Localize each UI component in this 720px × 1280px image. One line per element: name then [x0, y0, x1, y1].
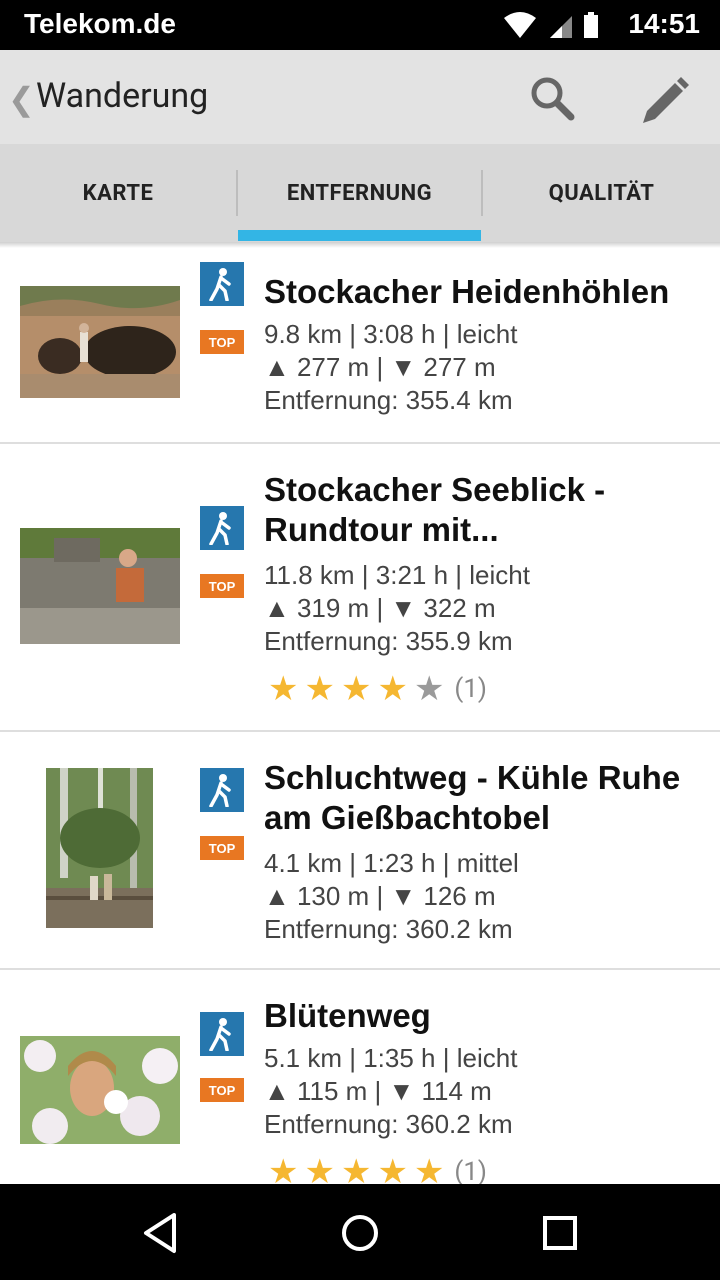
route-elevation: ▲ 319 m | ▼ 322 m	[264, 593, 496, 623]
search-button[interactable]	[522, 70, 582, 126]
rating-count: (1)	[454, 1157, 487, 1184]
tab-selected-indicator	[238, 230, 481, 241]
route-list-item[interactable]: TOP Schluchtweg - Kühle Ruhe am Gießbach…	[0, 732, 720, 970]
top-badge: TOP	[200, 836, 244, 860]
route-thumbnail-fountain	[20, 528, 180, 644]
top-badge: TOP	[200, 1078, 244, 1102]
clock: 14:51	[628, 8, 700, 39]
route-elevation: ▲ 130 m | ▼ 126 m	[264, 881, 496, 911]
route-list-item[interactable]: TOP Stockacher Heidenhöhlen 9.8 km | 3:0…	[0, 244, 720, 444]
route-thumbnail-gorge	[46, 768, 153, 928]
star-icon: ★	[340, 669, 372, 709]
action-bar: ❮ Wanderung	[0, 50, 720, 144]
rating-stars: ★ ★ ★ ★ ★ (1)	[268, 1152, 487, 1184]
route-thumbnail-cave	[20, 286, 180, 398]
route-stats: 9.8 km | 3:08 h | leicht	[264, 319, 518, 349]
status-icons	[504, 12, 598, 38]
square-recents-icon	[543, 1216, 577, 1250]
top-badge: TOP	[200, 330, 244, 354]
star-icon: ★	[304, 1152, 335, 1184]
nav-back-button[interactable]	[130, 1208, 190, 1258]
edit-button[interactable]	[634, 70, 694, 126]
status-bar: Telekom.de 14:51	[0, 0, 720, 50]
wifi-icon	[504, 12, 536, 38]
rating-count: (1)	[454, 674, 487, 704]
signal-icon	[550, 16, 572, 38]
route-distance: Entfernung: 355.9 km	[264, 626, 513, 656]
back-chevron-icon[interactable]: ❮	[8, 80, 35, 118]
route-stats: 5.1 km | 1:35 h | leicht	[264, 1043, 518, 1073]
route-title: Schluchtweg - Kühle Ruhe am Gießbachtobe…	[264, 759, 681, 836]
triangle-back-icon	[144, 1213, 176, 1253]
route-title: Stockacher Heidenhöhlen	[264, 273, 670, 310]
page-title[interactable]: Wanderung	[36, 76, 208, 116]
route-list-item[interactable]: TOP Stockacher Seeblick - Rundtour mit..…	[0, 444, 720, 732]
nav-recents-button[interactable]	[530, 1208, 590, 1258]
carrier-label: Telekom.de	[24, 8, 176, 39]
route-distance: Entfernung: 360.2 km	[264, 1109, 513, 1139]
hiking-icon	[200, 262, 244, 306]
star-icon: ★	[268, 1152, 299, 1184]
star-icon: ★	[268, 669, 299, 709]
route-stats: 11.8 km | 3:21 h | leicht	[264, 560, 530, 590]
star-icon: ★	[413, 669, 445, 709]
circle-home-icon	[342, 1215, 378, 1251]
route-distance: Entfernung: 355.4 km	[264, 385, 513, 415]
route-elevation: ▲ 115 m | ▼ 114 m	[264, 1076, 492, 1106]
route-list: TOP Stockacher Heidenhöhlen 9.8 km | 3:0…	[0, 244, 720, 1184]
route-distance: Entfernung: 360.2 km	[264, 914, 513, 944]
top-badge: TOP	[200, 574, 244, 598]
route-thumbnail-blossoms	[20, 1036, 180, 1144]
star-icon: ★	[377, 669, 408, 709]
search-icon	[531, 77, 575, 121]
star-icon: ★	[340, 1152, 372, 1184]
route-title: Blütenweg	[264, 997, 431, 1034]
navigation-bar	[0, 1184, 720, 1280]
tab-entfernung[interactable]: ENTFERNUNG	[238, 144, 481, 242]
hiking-icon	[200, 506, 244, 550]
hiking-icon	[200, 1012, 244, 1056]
tab-bar: KARTE ENTFERNUNG QUALITÄT	[0, 144, 720, 243]
nav-home-button[interactable]	[330, 1208, 390, 1258]
star-icon: ★	[304, 669, 335, 709]
tab-qualitaet[interactable]: QUALITÄT	[483, 144, 720, 242]
route-stats: 4.1 km | 1:23 h | mittel	[264, 848, 519, 878]
hiking-icon	[200, 768, 244, 812]
route-list-item[interactable]: TOP Blütenweg 5.1 km | 1:35 h | leicht ▲…	[0, 970, 720, 1184]
route-elevation: ▲ 277 m | ▼ 277 m	[264, 352, 496, 382]
tab-karte[interactable]: KARTE	[0, 144, 236, 242]
battery-icon	[584, 12, 598, 38]
star-icon: ★	[413, 1152, 445, 1184]
rating-stars: ★ ★ ★ ★ ★ (1)	[268, 669, 487, 709]
route-title: Stockacher Seeblick - Rundtour mit...	[264, 471, 606, 548]
pencil-icon	[643, 77, 689, 123]
star-icon: ★	[377, 1152, 408, 1184]
